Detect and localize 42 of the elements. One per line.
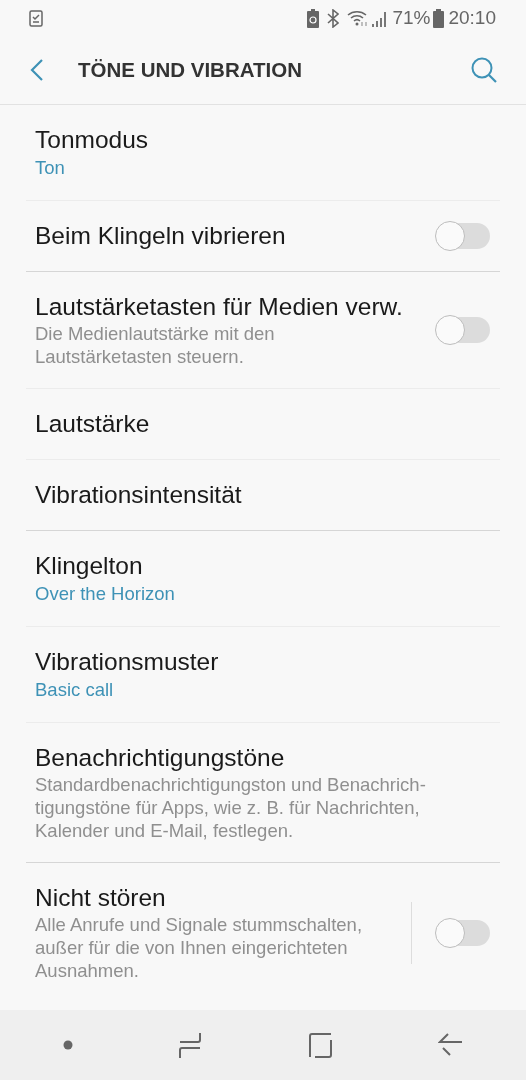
settings-item[interactable]: Nicht stören Alle Anrufe und Signale stummschalten, außer für die von Ihnen eingerichteten Ausnahmen. bbox=[26, 863, 500, 1002]
toggle-switch[interactable] bbox=[436, 317, 490, 343]
back-arrow-icon[interactable] bbox=[438, 1032, 464, 1058]
settings-item[interactable]: Vibrationsintensität bbox=[26, 459, 500, 530]
item-value: Basic call bbox=[35, 678, 115, 702]
battery-saver-icon bbox=[307, 8, 320, 28]
back-button[interactable] bbox=[30, 58, 44, 82]
page-title: TÖNE UND VIBRATION bbox=[78, 58, 303, 82]
item-title: Vibrationsintensität bbox=[35, 480, 243, 510]
settings-item[interactable]: Klingelton Over the Horizon bbox=[26, 531, 500, 626]
recent-apps-icon[interactable] bbox=[178, 1031, 203, 1059]
item-description: Standardbenachrichtigungston und Benachrich-tigungstöne für Apps, wie z. B. für Nachrichten, Kalender und E-Mail, festlegen. bbox=[35, 773, 427, 842]
item-value: Ton bbox=[35, 156, 66, 180]
toggle-switch[interactable] bbox=[436, 919, 490, 946]
clock-time: 20:10 bbox=[448, 7, 496, 29]
item-title: Beim Klingeln vibrieren bbox=[35, 221, 287, 251]
clipboard-check-icon bbox=[29, 9, 43, 27]
item-title: Vibrationsmuster bbox=[35, 647, 220, 677]
wifi-icon bbox=[347, 9, 370, 27]
item-title: Lautstärketasten für Medien verw. bbox=[35, 292, 404, 322]
search-button[interactable] bbox=[470, 56, 498, 84]
settings-item[interactable]: Lautstärke bbox=[26, 388, 500, 459]
item-title: Tonmodus bbox=[35, 125, 150, 155]
battery-icon bbox=[433, 8, 445, 28]
bluetooth-icon bbox=[327, 8, 340, 28]
settings-item[interactable]: Beim Klingeln vibrieren bbox=[26, 200, 500, 271]
item-description: Alle Anrufe und Signale stummschalten, außer für die von Ihnen eingerichteten Ausnahmen. bbox=[35, 913, 364, 982]
item-title: Benachrichtigungstöne bbox=[35, 743, 286, 773]
settings-item[interactable]: Tonmodus Ton bbox=[26, 105, 500, 200]
item-title: Lautstärke bbox=[35, 409, 151, 439]
signal-icon bbox=[372, 9, 389, 27]
settings-item[interactable]: Lautstärketasten für Medien verw. Die Medienlautstärke mit den Lautstärketasten steuern. bbox=[26, 272, 500, 388]
item-description: Die Medienlautstärke mit den Lautstärketasten steuern. bbox=[35, 322, 276, 368]
settings-item[interactable]: Vibrationsmuster Basic call bbox=[26, 626, 500, 722]
home-icon[interactable] bbox=[307, 1032, 333, 1058]
item-title: Klingelton bbox=[35, 551, 144, 581]
item-value: Over the Horizon bbox=[35, 582, 176, 606]
dot-icon[interactable] bbox=[62, 1040, 73, 1050]
settings-item[interactable]: Benachrichtigungstöne Standardbenachrichtigungston und Benachrich-tigungstöne für Apps, wie z. B. für Nachrichten, Kalender und E-Mail, festlegen. bbox=[26, 722, 500, 862]
item-title: Nicht stören bbox=[35, 883, 167, 913]
battery-percent: 71% bbox=[392, 7, 431, 29]
toggle-switch[interactable] bbox=[436, 223, 490, 249]
